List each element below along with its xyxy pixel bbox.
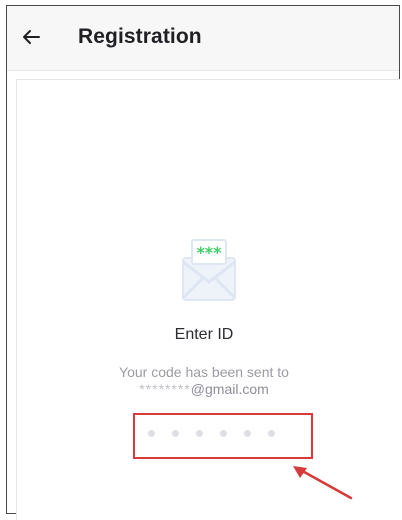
code-input-highlight	[133, 413, 313, 459]
envelope-code: ***	[196, 243, 222, 262]
arrow-left-icon[interactable]	[19, 25, 43, 49]
masked-email-prefix: ********	[139, 381, 191, 397]
envelope-icon: ***	[181, 239, 237, 301]
arrow-up-left-icon	[293, 466, 353, 500]
code-digit-1[interactable]	[148, 430, 155, 437]
masked-email: ********@gmail.com	[7, 381, 401, 397]
code-sent-text: Your code has been sent to	[119, 364, 289, 380]
enter-id-heading: Enter ID	[174, 326, 234, 343]
code-input[interactable]	[148, 430, 275, 437]
page-title: Registration	[78, 25, 202, 48]
code-digit-4[interactable]	[220, 430, 227, 437]
email-domain: @gmail.com	[190, 381, 269, 397]
code-digit-2[interactable]	[172, 430, 179, 437]
code-digit-3[interactable]	[196, 430, 203, 437]
top-bar: Registration	[7, 6, 399, 71]
app-screen: Registration *** Enter ID Your code has …	[6, 5, 401, 520]
code-digit-5[interactable]	[244, 430, 251, 437]
code-digit-6[interactable]	[268, 430, 275, 437]
